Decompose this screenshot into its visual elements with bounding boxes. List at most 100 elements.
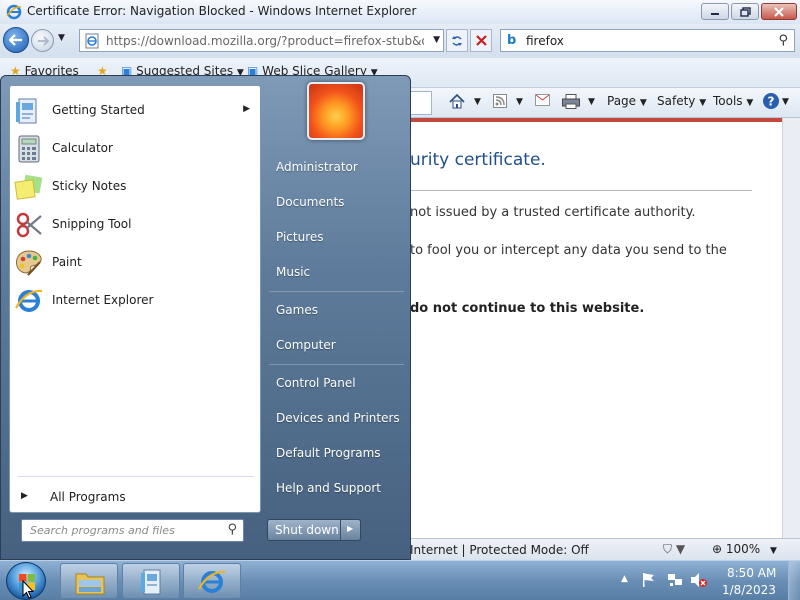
address-dropdown-icon[interactable]: ▼: [433, 35, 440, 45]
start-item-control-panel[interactable]: Control Panel: [276, 376, 356, 390]
taskbar-getting-started-button[interactable]: [122, 563, 180, 599]
security-zone[interactable]: Internet | Protected Mode: Off: [410, 543, 589, 557]
minimize-button[interactable]: [701, 3, 729, 20]
error-heading: urity certificate.: [410, 150, 546, 170]
network-icon[interactable]: [667, 572, 683, 588]
program-getting-started[interactable]: Getting Started ▶: [10, 93, 260, 129]
chevron-down-icon: ▼: [639, 98, 647, 108]
restore-button[interactable]: [731, 3, 759, 20]
show-desktop-button[interactable]: [788, 561, 800, 600]
all-programs-button[interactable]: ▶ All Programs: [18, 486, 254, 510]
user-avatar[interactable]: [307, 82, 365, 140]
recent-pages-dropdown-icon[interactable]: ▼: [58, 33, 65, 43]
rss-feed-icon: [493, 94, 507, 108]
taskbar-internet-explorer-button[interactable]: [183, 563, 241, 599]
start-item-pictures[interactable]: Pictures: [276, 230, 324, 244]
internet-explorer-icon: [198, 570, 226, 593]
taskbar: ▲ 8:50 AM 1/8/2023: [0, 560, 800, 600]
chevron-down-icon: ▼: [699, 98, 707, 108]
help-dropdown-icon[interactable]: ▼: [782, 97, 789, 107]
search-icon[interactable]: ⚲: [778, 33, 788, 48]
stop-button[interactable]: [470, 29, 492, 52]
paint-palette-icon: [16, 250, 42, 276]
zoom-icon: ⊕: [712, 542, 723, 556]
triangle-right-icon: ▶: [21, 491, 28, 501]
home-button[interactable]: [449, 93, 465, 112]
bing-icon: b: [507, 33, 517, 48]
program-paint[interactable]: Paint: [10, 245, 260, 281]
clock-time[interactable]: 8:50 AM: [727, 566, 776, 580]
chevron-down-icon: ▼: [746, 98, 754, 108]
minimize-icon: [711, 12, 719, 15]
program-sticky-notes[interactable]: Sticky Notes: [10, 169, 260, 205]
restore-icon: [739, 6, 751, 17]
start-item-computer[interactable]: Computer: [276, 338, 336, 352]
tab[interactable]: [410, 91, 432, 115]
start-item-music[interactable]: Music: [276, 265, 310, 279]
calculator-icon: [18, 135, 40, 163]
read-mail-button[interactable]: [535, 94, 550, 109]
divider: [269, 364, 404, 365]
print-button[interactable]: [562, 94, 580, 112]
program-internet-explorer[interactable]: Internet Explorer: [10, 283, 260, 319]
volume-muted-icon[interactable]: [690, 572, 708, 588]
error-recommendation: do not continue to this website.: [410, 301, 645, 316]
mouse-cursor-icon: [22, 580, 34, 599]
start-item-help-and-support[interactable]: Help and Support: [276, 481, 381, 495]
url-text[interactable]: https://download.mozilla.org/?product=fi…: [106, 34, 424, 48]
mail-icon: [535, 94, 550, 106]
start-item-administrator[interactable]: Administrator: [276, 160, 358, 174]
home-dropdown-icon[interactable]: ▼: [474, 97, 481, 107]
zoom-level[interactable]: ⊕ 100% ▼: [712, 542, 777, 556]
divider: [405, 190, 752, 191]
start-item-default-programs[interactable]: Default Programs: [276, 446, 381, 460]
taskbar-explorer-button[interactable]: [60, 563, 118, 599]
stop-x-icon: [475, 35, 487, 46]
divider: [340, 520, 341, 540]
getting-started-icon: [141, 569, 161, 595]
back-button[interactable]: [3, 27, 29, 53]
clock-date[interactable]: 1/8/2023: [722, 583, 776, 597]
submenu-arrow-icon: ▶: [243, 104, 250, 114]
getting-started-icon: [16, 98, 37, 124]
address-bar[interactable]: https://download.mozilla.org/?product=fi…: [79, 29, 444, 52]
safety-menu[interactable]: Safety ▼: [657, 94, 706, 108]
shutdown-button[interactable]: Shut down ▶: [267, 519, 361, 541]
programs-pane: Getting Started ▶ Calculator Sticky Note…: [9, 85, 261, 513]
start-item-devices-and-printers[interactable]: Devices and Printers: [276, 411, 400, 425]
ie-logo-icon: [6, 4, 22, 20]
forward-button[interactable]: [31, 29, 54, 52]
close-button[interactable]: [761, 3, 797, 20]
refresh-button[interactable]: [446, 29, 468, 52]
feeds-dropdown-icon[interactable]: ▼: [516, 97, 523, 107]
page-menu[interactable]: Page ▼: [607, 94, 647, 108]
page-icon: [85, 33, 99, 49]
search-programs-input[interactable]: Search programs and files ⚲: [21, 519, 244, 542]
print-dropdown-icon[interactable]: ▼: [588, 97, 595, 107]
program-snipping-tool[interactable]: Snipping Tool: [10, 207, 260, 243]
start-item-games[interactable]: Games: [276, 303, 318, 317]
back-arrow-icon: [9, 34, 22, 46]
show-hidden-icons-button[interactable]: ▲: [621, 574, 628, 584]
window-title: Certificate Error: Navigation Blocked - …: [27, 4, 417, 18]
help-button[interactable]: ?: [762, 92, 780, 113]
sticky-notes-icon: [14, 174, 43, 200]
error-text: to fool you or intercept any data you se…: [410, 243, 727, 258]
tools-menu[interactable]: Tools ▼: [713, 94, 753, 108]
forward-arrow-icon: [37, 35, 49, 46]
program-calculator[interactable]: Calculator: [10, 131, 260, 167]
vertical-scrollbar[interactable]: [782, 118, 800, 538]
search-box[interactable]: b firefox ⚲: [500, 29, 795, 52]
feeds-button[interactable]: [493, 94, 507, 111]
search-icon[interactable]: ⚲: [227, 522, 237, 537]
chevron-down-icon: ▼: [770, 546, 777, 556]
internet-explorer-icon: [15, 289, 43, 312]
protected-mode-icon[interactable]: ⛉ ▼: [663, 542, 685, 557]
action-center-flag-icon[interactable]: [642, 572, 656, 588]
title-bar[interactable]: Certificate Error: Navigation Blocked - …: [0, 0, 800, 24]
start-item-documents[interactable]: Documents: [276, 195, 344, 209]
search-input[interactable]: firefox: [526, 34, 564, 48]
shutdown-options-arrow-icon[interactable]: ▶: [347, 524, 353, 533]
folder-icon: [75, 573, 105, 595]
snipping-tool-icon: [16, 212, 42, 238]
